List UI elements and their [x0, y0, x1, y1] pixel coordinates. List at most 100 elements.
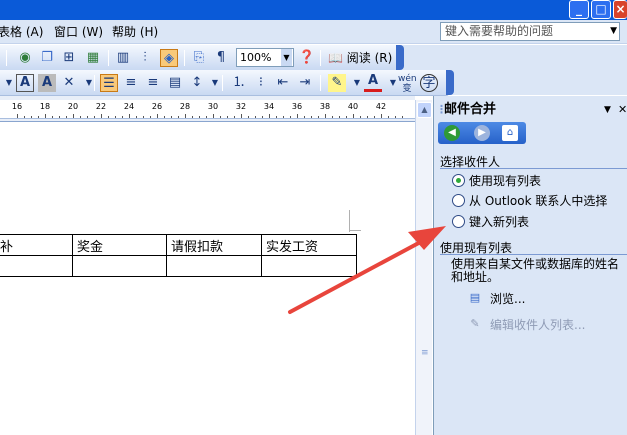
title-bar: _ □ ×	[0, 0, 627, 20]
character-shading-icon[interactable]: A	[38, 74, 56, 92]
copy-icon[interactable]: ❐	[38, 49, 56, 67]
toolbar-options-handle[interactable]	[396, 45, 404, 70]
ruler-tick	[87, 116, 88, 118]
home-icon[interactable]: ⌂	[502, 125, 518, 141]
ruler-tick	[59, 116, 60, 118]
horizontal-ruler[interactable]: 16 18 20 22 24 26 28 30 32 34 36 38 40 42	[0, 100, 415, 119]
ruler-tick-label: 28	[179, 102, 191, 111]
zoom-select[interactable]: 100% ▼	[236, 48, 294, 67]
menu-window[interactable]: 窗口 (W)	[54, 23, 103, 41]
phonetic-guide-icon[interactable]: wén 变	[398, 74, 417, 94]
grip-icon[interactable]: ⋮	[436, 100, 447, 120]
help-icon[interactable]: ❓	[298, 49, 316, 67]
columns-icon[interactable]: ▥	[114, 49, 132, 67]
ruler-tick	[395, 116, 396, 118]
ruler-tick-label: 24	[123, 102, 135, 111]
option-label: 键入新列表	[469, 215, 530, 229]
ruler-tick	[136, 116, 137, 118]
chevron-down-icon[interactable]: ▼	[80, 74, 98, 92]
ruler-tick	[66, 116, 67, 118]
forward-icon[interactable]: ▶	[474, 125, 490, 141]
enclose-characters-icon[interactable]: 字	[420, 74, 438, 92]
table-cell[interactable]	[261, 255, 357, 277]
toolbar-separator	[108, 50, 109, 66]
ruler-tick-label: 22	[95, 102, 107, 111]
bullets-icon[interactable]: ⁝	[252, 74, 270, 92]
ruler-tick	[122, 116, 123, 118]
task-pane-title: 邮件合并	[444, 102, 497, 117]
line-spacing-icon[interactable]: ↕	[188, 74, 206, 92]
back-icon[interactable]: ◀	[444, 125, 460, 141]
close-button[interactable]: ×	[613, 0, 627, 19]
numbering-icon[interactable]: ⒈	[230, 74, 248, 92]
align-center-icon[interactable]: ≡	[122, 74, 140, 92]
justify-icon[interactable]: ▤	[166, 74, 184, 92]
ruler-tick	[178, 116, 179, 118]
toolbar-background	[450, 70, 627, 95]
research-icon[interactable]: ◉	[16, 49, 34, 67]
toolbar-background	[400, 45, 627, 70]
ruler-tick-label: 20	[67, 102, 79, 111]
browse-icon: ▤	[469, 291, 481, 304]
crop-mark	[349, 230, 361, 231]
radio-button[interactable]	[452, 194, 465, 207]
task-pane-nav: ◀ ▶ ⌂	[438, 122, 526, 144]
help-search-placeholder: 键入需要帮助的问题	[445, 24, 554, 38]
close-icon[interactable]: ✕	[618, 100, 627, 120]
decrease-indent-icon[interactable]: ⇤	[274, 74, 292, 92]
toolbar-separator	[320, 50, 321, 66]
edit-list-icon: ✎	[470, 317, 480, 330]
table-cell[interactable]: 实发工资	[261, 234, 357, 256]
align-left-icon[interactable]: ☰	[100, 74, 118, 92]
scroll-grip-icon[interactable]: ≡	[421, 348, 429, 358]
table-cell[interactable]	[72, 255, 167, 277]
document-map-icon[interactable]: ◈	[160, 49, 178, 67]
menu-table[interactable]: 表格 (A)	[0, 23, 43, 41]
ruler-tick	[332, 116, 333, 118]
spreadsheet-icon[interactable]: ▦	[84, 49, 102, 67]
radio-button[interactable]	[452, 215, 465, 228]
font-color-icon[interactable]: A	[364, 74, 382, 92]
chevron-down-icon[interactable]: ▼	[604, 100, 611, 120]
zoom-icon[interactable]: ⎘	[190, 49, 208, 67]
section-divider	[440, 254, 627, 255]
drawing-icon[interactable]: ⫶	[136, 49, 154, 67]
standard-toolbar: ◉ ❐ ⊞ ▦ ▥ ⫶ ◈ ⎘ ¶ 100% ▼ ❓ 📖 阅读 (R)	[0, 45, 404, 71]
ruler-tick	[129, 114, 130, 118]
paragraph-marks-icon[interactable]: ¶	[212, 49, 230, 67]
ruler-tick	[206, 116, 207, 118]
minimize-button[interactable]: _	[569, 0, 589, 19]
table-cell[interactable]	[166, 255, 262, 277]
read-label: 阅读 (R)	[346, 51, 393, 65]
vertical-scrollbar[interactable]: ▲ ≡	[415, 100, 432, 435]
ruler-tick	[304, 116, 305, 118]
salary-table[interactable]: 补 奖金 请假扣款 实发工资	[0, 234, 357, 277]
ruler-tick-label: 30	[207, 102, 219, 111]
maximize-button[interactable]: □	[591, 0, 611, 19]
phonetic-label: wén	[398, 74, 417, 84]
toolbar-options-handle[interactable]	[446, 70, 454, 95]
character-scale-icon[interactable]: ✕	[60, 74, 78, 92]
read-button[interactable]: 📖 阅读 (R)	[328, 49, 392, 67]
menu-help[interactable]: 帮助 (H)	[112, 23, 158, 41]
character-border-icon[interactable]: A	[16, 74, 34, 92]
increase-indent-icon[interactable]: ⇥	[296, 74, 314, 92]
read-icon: 📖	[328, 51, 343, 65]
chevron-down-icon[interactable]: ▼	[281, 49, 292, 66]
table-cell[interactable]: 奖金	[72, 234, 167, 256]
radio-button[interactable]	[452, 174, 465, 187]
ruler-tick	[276, 116, 277, 118]
chevron-down-icon[interactable]: ▼	[610, 23, 617, 40]
scroll-up-arrow-icon[interactable]: ▲	[417, 102, 432, 118]
mail-merge-task-pane: ⋮ 邮件合并 ▼ ✕ ◀ ▶ ⌂ 选择收件人 使用现有列表 从 Outlook …	[433, 96, 627, 435]
document-area[interactable]: 补 奖金 请假扣款 实发工资	[0, 121, 415, 435]
highlight-icon[interactable]: ✎	[328, 74, 346, 92]
table-cell[interactable]	[0, 255, 73, 277]
table-cell[interactable]: 请假扣款	[166, 234, 262, 256]
insert-table-icon[interactable]: ⊞	[60, 49, 78, 67]
ruler-tick	[262, 116, 263, 118]
help-search-box[interactable]: 键入需要帮助的问题 ▼	[440, 22, 620, 41]
table-cell[interactable]: 补	[0, 234, 73, 256]
toolbar-separator	[222, 75, 223, 91]
align-right-icon[interactable]: ≡	[144, 74, 162, 92]
